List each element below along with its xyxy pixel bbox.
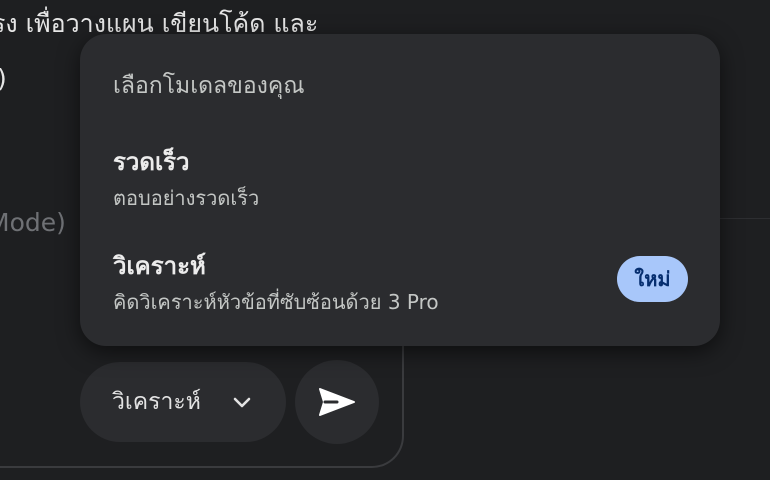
send-icon bbox=[319, 388, 355, 416]
menu-item-description: คิดวิเคราะห์หัวข้อที่ซับซ้อนด้วย 3 Pro bbox=[113, 290, 439, 314]
chevron-down-icon bbox=[233, 397, 251, 408]
app-window: รง เพื่อวางแผน เขียนโค้ด และ l) Mode) วิ… bbox=[0, 0, 770, 480]
model-selector-label: วิเคราะห์ bbox=[112, 389, 201, 415]
menu-item-analyze[interactable]: วิเคราะห์ คิดวิเคราะห์หัวข้อที่ซับซ้อนด้… bbox=[80, 242, 720, 330]
model-picker-menu: เลือกโมเดลของคุณ รวดเร็ว ตอบอย่างรวดเร็ว… bbox=[80, 34, 720, 346]
menu-item-title: วิเคราะห์ bbox=[113, 252, 206, 280]
new-badge: ใหม่ bbox=[617, 256, 688, 302]
menu-item-fast[interactable]: รวดเร็ว ตอบอย่างรวดเร็ว bbox=[80, 138, 720, 226]
send-button[interactable] bbox=[295, 360, 379, 444]
menu-item-title: รวดเร็ว bbox=[113, 148, 190, 176]
menu-item-description: ตอบอย่างรวดเร็ว bbox=[113, 186, 260, 210]
menu-header: เลือกโมเดลของคุณ bbox=[113, 73, 305, 99]
response-text-line: l) bbox=[0, 64, 7, 93]
model-selector-button[interactable]: วิเคราะห์ bbox=[80, 362, 286, 442]
